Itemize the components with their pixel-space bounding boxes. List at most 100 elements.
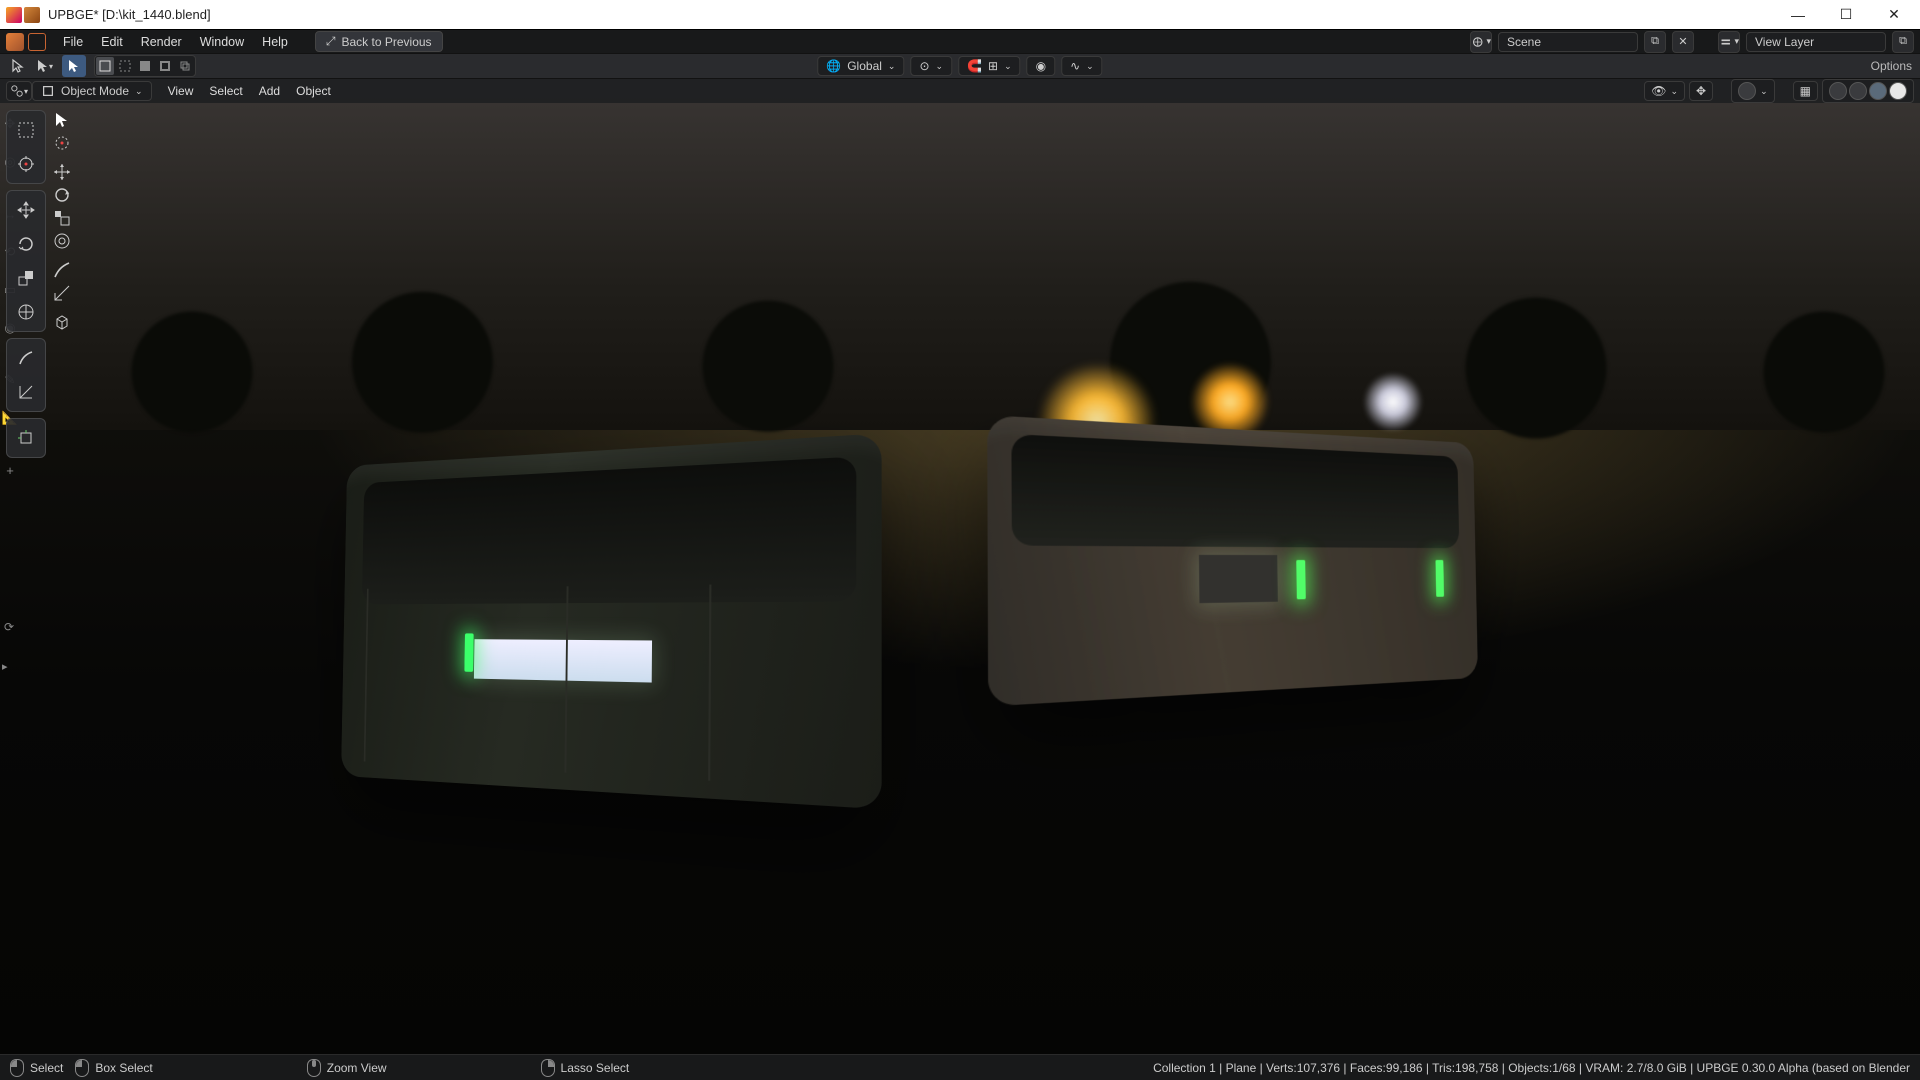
- mouse-left-icon: [10, 1059, 24, 1077]
- chevron-down-icon: ⌄: [1671, 86, 1679, 97]
- scene-copy-button[interactable]: ⧉: [1644, 31, 1666, 53]
- tool-rotate[interactable]: [11, 229, 41, 259]
- 3d-viewport[interactable]: [0, 79, 1920, 1054]
- magnet-icon: 🧲: [967, 59, 982, 73]
- chevron-down-icon: ▾: [1734, 36, 1739, 47]
- viewlayer-copy-button[interactable]: ⧉: [1892, 31, 1914, 53]
- menu-render[interactable]: Render: [132, 30, 191, 54]
- proportional-edit-toggle[interactable]: ◉: [1027, 56, 1055, 76]
- menu-file[interactable]: File: [54, 30, 92, 54]
- viewport-menu-object[interactable]: Object: [288, 84, 339, 98]
- chevron-down-icon: ⌄: [1760, 86, 1768, 97]
- menu-edit[interactable]: Edit: [92, 30, 132, 54]
- shading-rendered-icon[interactable]: [1889, 82, 1907, 100]
- orientation-label: Global: [847, 59, 882, 73]
- chevron-down-icon: ⌄: [1086, 61, 1094, 72]
- scene-object-pod-1: [341, 433, 882, 809]
- tool-transform-alt[interactable]: [52, 231, 92, 254]
- tool-measure[interactable]: [11, 377, 41, 407]
- overlay-icon: [1738, 82, 1756, 100]
- back-label: Back to Previous: [342, 35, 432, 49]
- menu-help[interactable]: Help: [253, 30, 297, 54]
- tool-cursor[interactable]: [11, 149, 41, 179]
- viewport-menu-select[interactable]: Select: [201, 84, 250, 98]
- upbge-logo-outline-icon[interactable]: [28, 33, 46, 51]
- select-subtract-icon[interactable]: [136, 57, 154, 75]
- globe-icon: 🌐: [826, 59, 841, 73]
- mouse-right-icon: [541, 1059, 555, 1077]
- hint-select: Select: [10, 1059, 63, 1077]
- scene-name-field[interactable]: Scene: [1498, 32, 1638, 52]
- chevron-down-icon: ⌄: [135, 86, 143, 97]
- upbge-icon-alt: [24, 7, 40, 23]
- back-to-previous-button[interactable]: ⤢ Back to Previous: [315, 31, 443, 52]
- hint-label: Select: [30, 1061, 63, 1075]
- proportional-falloff-dropdown[interactable]: ∿ ⌄: [1061, 56, 1103, 76]
- tool-transform[interactable]: [11, 297, 41, 327]
- viewport-header: ▾ Object Mode ⌄ View Select Add Object 👁…: [0, 79, 1920, 103]
- editor-type-dropdown[interactable]: ▾: [6, 81, 32, 101]
- cursor-tool-icon[interactable]: [62, 55, 86, 77]
- chevron-down-icon: ⌄: [1004, 61, 1012, 72]
- upbge-logo-icon[interactable]: [6, 33, 24, 51]
- select-extend-icon[interactable]: [116, 57, 134, 75]
- pivot-point-dropdown[interactable]: ⊙ ⌄: [910, 56, 952, 76]
- sidebar-expand-icon[interactable]: ▸: [2, 660, 8, 673]
- tool-cursor-alt[interactable]: [52, 133, 92, 156]
- chevron-down-icon: ▾: [1486, 36, 1491, 47]
- viewlayer-browse-button[interactable]: ▾: [1718, 31, 1740, 53]
- options-popover[interactable]: Options: [1871, 59, 1912, 73]
- tool-select-box-active[interactable]: [52, 110, 92, 133]
- scene-delete-button[interactable]: ✕: [1672, 31, 1694, 53]
- select-tool-dropdown[interactable]: ▾: [32, 55, 56, 77]
- edge-icon[interactable]: +: [0, 460, 20, 480]
- chevron-down-icon: ⌄: [936, 61, 944, 72]
- tool-add-primitive[interactable]: [11, 423, 41, 453]
- viewport-menu-view[interactable]: View: [160, 84, 202, 98]
- tool-rotate-alt[interactable]: [52, 185, 92, 208]
- tool-move-alt[interactable]: [52, 162, 92, 185]
- tool-move[interactable]: [11, 195, 41, 225]
- shading-solid-icon[interactable]: [1849, 82, 1867, 100]
- mode-dropdown[interactable]: Object Mode ⌄: [32, 81, 152, 101]
- snap-toggle[interactable]: 🧲 ⊞ ⌄: [958, 56, 1021, 76]
- transform-orientation-dropdown[interactable]: 🌐 Global ⌄: [817, 56, 904, 76]
- snap-target-icon: ⊞: [988, 59, 998, 73]
- select-invert-icon[interactable]: [156, 57, 174, 75]
- hint-label: Zoom View: [327, 1061, 387, 1075]
- select-set-icon[interactable]: [96, 57, 114, 75]
- eye-icon: 👁: [1651, 84, 1666, 98]
- cycle-icon[interactable]: ⟳: [4, 620, 14, 634]
- shading-wireframe-icon[interactable]: [1829, 82, 1847, 100]
- select-intersect-icon[interactable]: [176, 57, 194, 75]
- xray-icon: ▦: [1800, 84, 1811, 98]
- scene-browse-button[interactable]: ▾: [1470, 31, 1492, 53]
- tool-annotate[interactable]: [11, 343, 41, 373]
- overlay-toggle[interactable]: ⌄: [1731, 79, 1775, 103]
- window-titlebar: UPBGE* [D:\kit_1440.blend] — ☐ ✕: [0, 0, 1920, 29]
- proportional-icon: ◉: [1036, 59, 1046, 73]
- view-object-types-popover[interactable]: 👁 ⌄: [1644, 81, 1685, 101]
- object-mode-icon: [41, 84, 55, 98]
- menu-window[interactable]: Window: [191, 30, 253, 54]
- tool-select-box[interactable]: [11, 115, 41, 145]
- close-button[interactable]: ✕: [1882, 3, 1906, 27]
- tool-scale-alt[interactable]: [52, 208, 92, 231]
- select-tweak-mode-icon[interactable]: [6, 55, 30, 77]
- xray-toggle[interactable]: ▦: [1793, 81, 1818, 101]
- tool-annotate-alt[interactable]: [52, 260, 92, 283]
- viewlayer-name-label: View Layer: [1755, 35, 1814, 49]
- gizmo-toggle[interactable]: ✥: [1689, 81, 1713, 101]
- tool-measure-alt[interactable]: [52, 283, 92, 306]
- hint-zoom: Zoom View: [307, 1059, 387, 1077]
- back-icon: ⤢: [326, 34, 336, 49]
- viewport-menu-add[interactable]: Add: [251, 84, 288, 98]
- viewlayer-name-field[interactable]: View Layer: [1746, 32, 1886, 52]
- hint-box-select: Box Select: [75, 1059, 152, 1077]
- shading-matprev-icon[interactable]: [1869, 82, 1887, 100]
- minimize-button[interactable]: —: [1786, 3, 1810, 27]
- tool-add-cube[interactable]: [52, 312, 92, 335]
- hint-label: Lasso Select: [561, 1061, 630, 1075]
- tool-scale[interactable]: [11, 263, 41, 293]
- maximize-button[interactable]: ☐: [1834, 3, 1858, 27]
